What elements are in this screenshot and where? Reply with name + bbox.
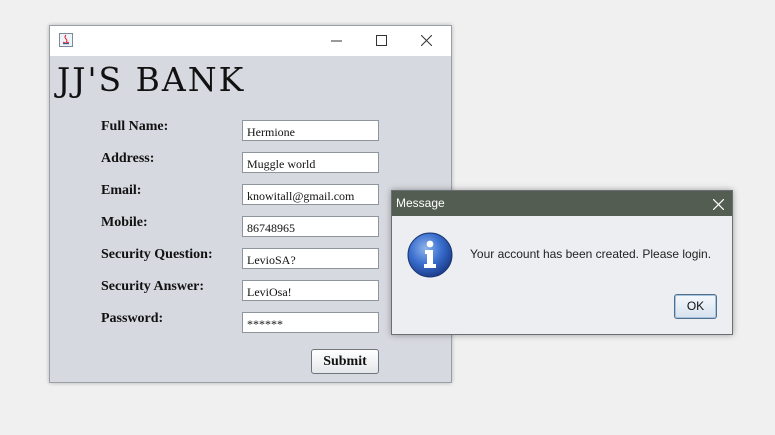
email-label: Email: xyxy=(101,183,142,198)
close-button[interactable] xyxy=(404,26,449,56)
minimize-icon xyxy=(331,40,342,42)
ok-button[interactable]: OK xyxy=(674,294,717,319)
password-field[interactable]: ****** xyxy=(242,312,379,333)
java-app-icon xyxy=(59,33,73,47)
dialog-close-button[interactable] xyxy=(712,197,725,215)
info-icon xyxy=(406,231,454,279)
mobile-field[interactable]: 86748965 xyxy=(242,216,379,237)
security-answer-field[interactable]: LeviOsa! xyxy=(242,280,379,301)
minimize-button[interactable] xyxy=(314,26,359,56)
submit-button[interactable]: Submit xyxy=(311,349,379,374)
maximize-button[interactable] xyxy=(359,26,404,56)
full-name-field[interactable]: Hermione xyxy=(242,120,379,141)
security-answer-label: Security Answer: xyxy=(101,279,205,294)
password-label: Password: xyxy=(101,311,164,326)
full-name-label: Full Name: xyxy=(101,119,169,134)
security-question-field[interactable]: LevioSA? xyxy=(242,248,379,269)
address-field[interactable]: Muggle world xyxy=(242,152,379,173)
mobile-label: Mobile: xyxy=(101,215,148,230)
message-dialog: Message Your account has been created. P… xyxy=(391,190,733,335)
close-icon xyxy=(712,198,725,211)
security-question-label: Security Question: xyxy=(101,247,213,262)
address-label: Address: xyxy=(101,151,155,166)
dialog-title: Message xyxy=(396,196,445,210)
dialog-titlebar: Message xyxy=(392,191,732,216)
close-icon xyxy=(421,35,432,46)
dialog-message: Your account has been created. Please lo… xyxy=(470,247,712,261)
bank-logo: JJ'S BANK xyxy=(57,60,246,99)
maximize-icon xyxy=(376,35,387,46)
window-titlebar xyxy=(50,26,451,56)
email-field[interactable]: knowitall@gmail.com xyxy=(242,184,379,205)
